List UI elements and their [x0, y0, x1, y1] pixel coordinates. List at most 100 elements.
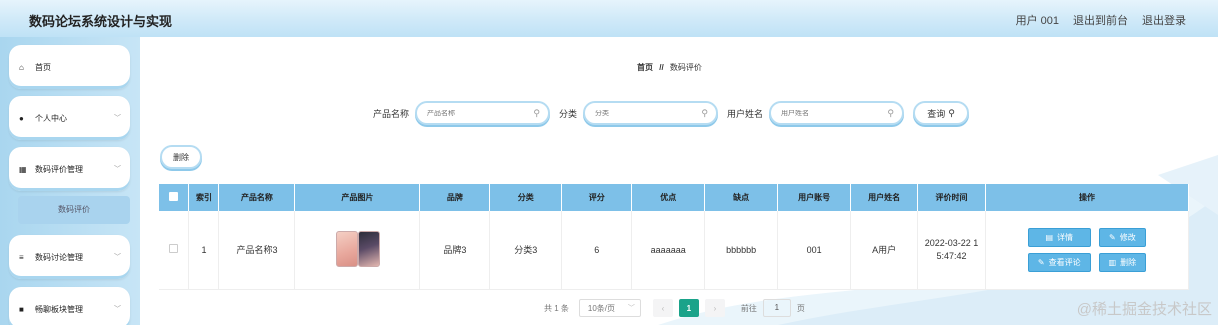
row-checkbox[interactable] — [169, 244, 179, 254]
detail-button[interactable]: ▤ 详情 — [1027, 227, 1091, 247]
cell-brand: 品牌3 — [419, 211, 491, 290]
edit-button-label: 修改 — [1119, 232, 1136, 242]
home-icon: ⌂ — [19, 62, 24, 72]
edit-icon: ✎ — [1037, 257, 1045, 267]
cell-product-image — [294, 211, 421, 290]
column-header: 索引 — [188, 184, 220, 211]
main-content: 首页 // 数码评价 产品名称 ⚲ 分类 ⚲ 用户姓名 ⚲ 查询 ⚲ 删除 — [140, 37, 1218, 325]
cell-pros: aaaaaaa — [631, 211, 706, 290]
watermark: @稀土掘金技术社区 — [1076, 301, 1212, 318]
goto-label: 前往 — [740, 303, 757, 313]
sidebar-item-chat-board-management[interactable]: ■ 畅聊板块管理 ﹀ — [9, 287, 130, 325]
sidebar-item-label: 数码评价管理 — [35, 164, 83, 174]
column-header: 产品名称 — [218, 184, 296, 211]
row-delete-button-label: 删除 — [1120, 257, 1137, 267]
app-title: 数码论坛系统设计与实现 — [29, 14, 173, 29]
edit-button[interactable]: ✎ 修改 — [1098, 227, 1147, 247]
top-header: 数码论坛系统设计与实现 用户 001 退出到前台 退出登录 — [0, 0, 1218, 37]
chevron-down-icon: ﹀ — [114, 306, 121, 313]
select-all-cell — [159, 184, 190, 211]
detail-button-label: 详情 — [1057, 232, 1073, 242]
column-header: 品牌 — [419, 184, 491, 211]
column-header: 用户姓名 — [850, 184, 919, 211]
product-name-label: 产品名称 — [373, 108, 410, 119]
chevron-down-icon: ﹀ — [114, 115, 121, 122]
search-query: 查询 ⚲ — [913, 101, 969, 125]
row-select-cell — [159, 211, 190, 290]
category-field: ⚲ — [583, 101, 719, 125]
column-header: 操作 — [985, 184, 1189, 211]
bulk-delete-button[interactable]: 删除 — [160, 145, 202, 169]
book-icon: ■ — [19, 304, 24, 314]
sidebar-item-label: 个人中心 — [35, 113, 67, 123]
breadcrumb-home[interactable]: 首页 — [637, 63, 653, 72]
chevron-left-icon: ‹ — [661, 303, 665, 313]
header-links: 用户 001 退出到前台 退出登录 — [1016, 12, 1186, 28]
sidebar-item-personal-center[interactable]: ● 个人中心 ﹀ — [9, 96, 130, 140]
select-all-checkbox[interactable] — [169, 192, 179, 201]
cell-score: 6 — [561, 211, 633, 290]
cell-cons: bbbbbb — [704, 211, 779, 290]
sidebar-item-label: 首页 — [35, 62, 51, 72]
view-comments-button-label: 查看评论 — [1048, 257, 1081, 267]
sidebar-item-label: 畅聊板块管理 — [35, 304, 83, 314]
table-row: 1 产品名称3 品牌3 分类3 6 aaaaaaa bbbbbb 001 A用户… — [159, 211, 1189, 290]
breadcrumb-separator: // — [659, 63, 664, 72]
logout-link[interactable]: 退出登录 — [1142, 12, 1186, 28]
page-size-select[interactable]: 10条/页 ﹀ — [578, 299, 641, 317]
column-header: 产品图片 — [294, 184, 421, 211]
search-icon: ⚲ — [701, 108, 709, 118]
username-label: 用户姓名 — [727, 108, 764, 119]
trash-icon: ▥ — [1108, 257, 1117, 267]
column-header: 缺点 — [704, 184, 779, 211]
search-icon: ⚲ — [948, 107, 955, 118]
cell-review-time: 2022-03-22 1 5:47:42 — [917, 211, 987, 290]
page-size-value: 10条/页 — [587, 303, 616, 313]
sidebar-item-discussion-management[interactable]: ≡ 数码讨论管理 ﹀ — [9, 235, 130, 279]
query-button-label: 查询 — [927, 108, 946, 119]
prev-page-button[interactable]: ‹ — [652, 299, 673, 317]
search-product-name: 产品名称 ⚲ — [373, 101, 551, 125]
phone-back-image — [336, 230, 359, 267]
sidebar-item-home[interactable]: ⌂ 首页 — [9, 45, 130, 89]
user-icon: ● — [19, 113, 24, 123]
category-input[interactable] — [595, 109, 717, 117]
row-delete-button[interactable]: ▥ 删除 — [1098, 252, 1147, 272]
category-label: 分类 — [559, 108, 578, 119]
cell-product-name: 产品名称3 — [218, 211, 296, 290]
query-button[interactable]: 查询 ⚲ — [913, 101, 969, 125]
sidebar: ⌂ 首页 ● 个人中心 ﹀ ▦ 数码评价管理 ﹀ 数码评价 ≡ 数码讨论管理 ﹀… — [0, 37, 140, 325]
next-page-button[interactable]: › — [704, 299, 725, 317]
phone-front-image — [358, 230, 381, 267]
cell-username: A用户 — [850, 211, 919, 290]
goto-page-input[interactable]: 1 — [762, 299, 791, 317]
pagination-total: 共 1 条 — [544, 303, 569, 313]
product-image — [332, 230, 382, 268]
username-field: ⚲ — [769, 101, 905, 125]
username-input[interactable] — [781, 109, 903, 117]
grid-icon: ▦ — [19, 164, 27, 174]
search-category: 分类 ⚲ — [559, 101, 719, 125]
chevron-down-icon: ﹀ — [627, 305, 635, 312]
breadcrumb: 首页 // 数码评价 — [637, 62, 702, 73]
sidebar-item-review-management[interactable]: ▦ 数码评价管理 ﹀ — [9, 147, 130, 191]
product-name-input[interactable] — [427, 109, 549, 117]
review-table: 索引 产品名称 产品图片 品牌 分类 评分 优点 缺点 用户账号 用户姓名 评价… — [159, 184, 1189, 290]
column-header: 优点 — [631, 184, 706, 211]
column-header: 评价时间 — [917, 184, 987, 211]
column-header: 用户账号 — [777, 184, 852, 211]
search-icon: ⚲ — [533, 108, 541, 118]
pagination: 共 1 条 10条/页 ﹀ ‹ 1 › 前往 1 页 — [544, 299, 805, 317]
review-time-line2: 5:47:42 — [936, 250, 967, 261]
view-comments-button[interactable]: ✎ 查看评论 — [1027, 252, 1091, 272]
chevron-down-icon: ﹀ — [114, 254, 121, 261]
product-name-field: ⚲ — [415, 101, 551, 125]
back-to-front-link[interactable]: 退出到前台 — [1073, 12, 1128, 28]
column-header: 分类 — [489, 184, 563, 211]
sidebar-item-label: 数码讨论管理 — [35, 252, 83, 262]
submenu-item-review[interactable]: 数码评价 — [18, 196, 130, 224]
page-number-button[interactable]: 1 — [678, 299, 699, 317]
column-header: 评分 — [561, 184, 633, 211]
review-time-line1: 2022-03-22 1 — [924, 237, 979, 248]
chevron-right-icon: › — [713, 303, 717, 313]
